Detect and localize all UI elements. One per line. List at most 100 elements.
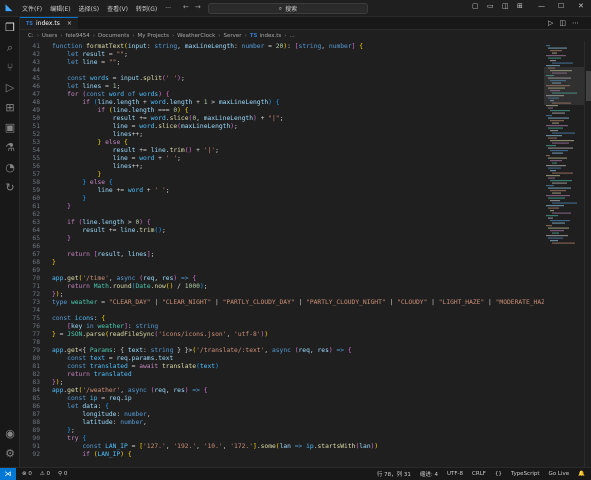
tab-index-ts[interactable]: TS index.ts × (20, 17, 78, 29)
breadcrumb-item[interactable]: feie9454 (66, 33, 90, 39)
extensions-icon[interactable]: ⊞ (3, 101, 17, 115)
code-line[interactable]: 53 } else { (20, 139, 544, 147)
breadcrumb-item[interactable]: Users (42, 33, 57, 39)
language-mode[interactable]: TypeScript (511, 471, 540, 477)
sidebar-toggle-icon[interactable]: ◫ (502, 2, 509, 10)
code-line[interactable]: 62 (20, 211, 544, 219)
command-center-search[interactable]: ⌕ 搜索 (208, 3, 368, 14)
code-line[interactable]: 63 if (line.length > 0) { (20, 219, 544, 227)
code-line[interactable]: 78 (20, 339, 544, 347)
code-line[interactable]: 41 function formatText(input: string, max… (20, 43, 544, 51)
run-debug-icon[interactable]: ▷ (3, 81, 17, 95)
close-window-icon[interactable]: ✕ (578, 2, 584, 10)
code-line[interactable]: 86 let data: { (20, 403, 544, 411)
code-line[interactable]: 77} = JSON.parse(readFileSync('icons/ico… (20, 331, 544, 339)
code-line[interactable]: 56 lines++; (20, 163, 544, 171)
forward-arrow-icon[interactable]: → (195, 3, 207, 11)
code-line[interactable]: 47 for (const word of words) { (20, 91, 544, 99)
breadcrumb-item[interactable]: My Projects (138, 33, 169, 39)
errors-count[interactable]: ⊗ 0 (22, 471, 32, 477)
breadcrumb-item[interactable]: index.ts (259, 33, 281, 39)
run-icon[interactable]: ▷ (548, 19, 559, 27)
live-share-icon[interactable]: ↻ (3, 181, 17, 195)
code-line[interactable]: 89 }; (20, 427, 544, 435)
code-line[interactable]: 74 (20, 307, 544, 315)
panel-toggle-icon[interactable]: ▭ (487, 2, 494, 10)
code-line[interactable]: 92 if (LAN_IP) { (20, 451, 544, 459)
go-live-button[interactable]: Go Live (549, 471, 570, 477)
code-line[interactable]: 75 const icons: { (20, 315, 544, 323)
minimap[interactable] (544, 41, 584, 467)
notifications-bell-icon[interactable]: 🔔 (578, 471, 585, 477)
menu-goto[interactable]: 转到(G) (132, 4, 161, 13)
source-control-icon[interactable]: ⑂ (3, 61, 17, 75)
code-line[interactable]: 68} (20, 259, 544, 267)
code-line[interactable]: 51 line = word.slice(maxLineLength); (20, 123, 544, 131)
back-arrow-icon[interactable]: ← (183, 3, 195, 11)
code-line[interactable]: 59 line += word + ' '; (20, 187, 544, 195)
code-line[interactable]: 71 return Math.round(Date.now() / 1000); (20, 283, 544, 291)
code-line[interactable]: 65 } (20, 235, 544, 243)
remote-indicator[interactable]: ⋊ (0, 468, 16, 480)
language-braces-icon[interactable]: {} (495, 471, 502, 477)
code-line[interactable]: 57 } (20, 171, 544, 179)
code-line[interactable]: 67 return [result, lines]; (20, 251, 544, 259)
code-line[interactable]: 79 app.get<{ Params: { text: string } }>(… (20, 347, 544, 355)
code-line[interactable]: 43 let line = ""; (20, 59, 544, 67)
vertical-scrollbar[interactable] (584, 41, 591, 467)
code-line[interactable]: 50 result += word.slice(0, maxLineLength… (20, 115, 544, 123)
code-line[interactable]: 82 return translated (20, 371, 544, 379)
breadcrumb-item[interactable]: Documents (98, 33, 129, 39)
code-line[interactable]: 48 if (line.length + word.length + 1 > m… (20, 99, 544, 107)
cursor-position[interactable]: 行 78，列 31 (377, 470, 411, 478)
code-line[interactable]: 66 (20, 243, 544, 251)
code-line[interactable]: 45 const words = input.split(' '); (20, 75, 544, 83)
code-line[interactable]: 61 } (20, 203, 544, 211)
ports-count[interactable]: ⚲ 0 (58, 471, 67, 477)
code-line[interactable]: 55 line = word + ' '; (20, 155, 544, 163)
more-actions-icon[interactable]: ⋯ (572, 19, 585, 27)
scrollbar-thumb[interactable] (586, 71, 591, 101)
breadcrumb-item[interactable]: WeatherClock (177, 33, 215, 39)
menu-file[interactable]: 文件(F) (18, 4, 46, 13)
encoding[interactable]: UTF-8 (447, 471, 463, 477)
menu-selection[interactable]: 选择(S) (75, 4, 104, 13)
line-ending[interactable]: CRLF (472, 471, 486, 477)
code-line[interactable]: 70 app.get('/time', async (req, res) => { (20, 275, 544, 283)
menu-more[interactable]: ··· (161, 5, 175, 12)
code-line[interactable]: 73 type weather = "CLEAR_DAY" | "CLEAR_NI… (20, 299, 544, 307)
layout-toggle-icon[interactable]: ▢ (472, 2, 479, 10)
search-icon[interactable]: ⌕ (3, 41, 17, 55)
code-line[interactable]: 76 [key in weather]: string (20, 323, 544, 331)
code-line[interactable]: 83}); (20, 379, 544, 387)
code-line[interactable]: 58 } else { (20, 179, 544, 187)
customize-layout-icon[interactable]: ⊞ (517, 2, 523, 10)
code-line[interactable]: 69 (20, 267, 544, 275)
breadcrumb-item[interactable]: ... (289, 33, 294, 39)
menu-edit[interactable]: 编辑(E) (46, 4, 74, 13)
code-editor[interactable]: 41 function formatText(input: string, max… (20, 41, 544, 467)
code-line[interactable]: 85 const ip = req.ip (20, 395, 544, 403)
warnings-count[interactable]: ⚠ 0 (40, 471, 50, 477)
breadcrumb-item[interactable]: C: (28, 33, 34, 39)
split-editor-icon[interactable]: ◫ (559, 19, 572, 27)
code-line[interactable]: 60 } (20, 195, 544, 203)
explorer-icon[interactable]: ❐ (3, 21, 17, 35)
code-line[interactable]: 49 if (line.length === 0) { (20, 107, 544, 115)
indentation[interactable]: 缩进: 4 (420, 470, 438, 478)
code-line[interactable]: 54 result += line.trim() + '|'; (20, 147, 544, 155)
code-line[interactable]: 44 (20, 67, 544, 75)
minimize-icon[interactable]: — (538, 2, 545, 10)
code-line[interactable]: 84 app.get('/weather', async (req, res) =… (20, 387, 544, 395)
code-line[interactable]: 81 const translated = await translate(te… (20, 363, 544, 371)
maximize-icon[interactable]: ☐ (558, 2, 564, 10)
code-line[interactable]: 91 const LAN_IP = ['127.', '192.', '10.'… (20, 443, 544, 451)
breadcrumb-item[interactable]: Server (223, 33, 241, 39)
code-line[interactable]: 80 const text = req.params.text (20, 355, 544, 363)
code-line[interactable]: 64 result += line.trim(); (20, 227, 544, 235)
code-line[interactable]: 88 latitude: number, (20, 419, 544, 427)
code-line[interactable]: 72}); (20, 291, 544, 299)
account-icon[interactable]: ◉ (3, 427, 17, 441)
settings-gear-icon[interactable]: ⚙ (3, 447, 17, 461)
code-line[interactable]: 90 try { (20, 435, 544, 443)
